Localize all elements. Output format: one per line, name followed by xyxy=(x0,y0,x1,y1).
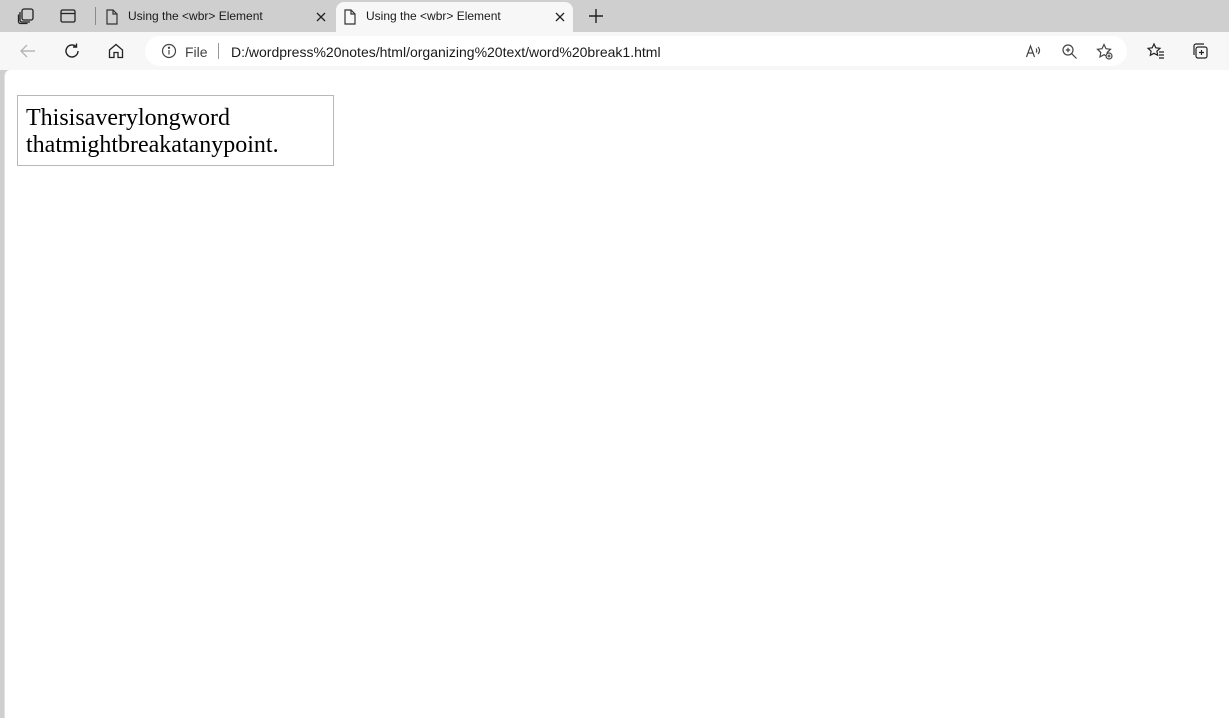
word-break-box: Thisisaverylongword thatmightbreakatanyp… xyxy=(17,95,334,166)
refresh-icon xyxy=(65,43,79,58)
home-icon xyxy=(108,43,124,59)
document-icon xyxy=(106,9,118,25)
tab-separator xyxy=(95,7,96,25)
address-separator xyxy=(218,43,219,59)
text-line-1: Thisisaverylongword xyxy=(26,105,230,131)
favorites-icon xyxy=(1147,42,1164,59)
tab-close-button[interactable] xyxy=(551,8,569,26)
tab-title: Using the <wbr> Element xyxy=(366,9,501,23)
add-favorite-icon xyxy=(1095,42,1113,60)
url-text[interactable]: D:/wordpress%20notes/html/organizing%20t… xyxy=(231,44,661,60)
scheme-label[interactable]: File xyxy=(185,44,208,60)
close-icon xyxy=(555,12,565,22)
favorites-button[interactable] xyxy=(1142,37,1170,65)
back-arrow-icon xyxy=(20,44,35,58)
tab-actions-icon xyxy=(60,9,76,23)
collections-button[interactable] xyxy=(1186,37,1214,65)
collections-icon xyxy=(1193,43,1208,59)
tab-inactive[interactable]: Using the <wbr> Element xyxy=(98,2,334,32)
browser-toolbar: File D:/wordpress%20notes/html/organizin… xyxy=(0,32,1229,70)
workspaces-icon xyxy=(17,8,34,25)
read-aloud-button[interactable] xyxy=(1021,40,1045,62)
plus-icon xyxy=(589,9,603,23)
tab-active[interactable]: Using the <wbr> Element xyxy=(336,2,573,32)
tab-actions-button[interactable] xyxy=(54,3,82,29)
tab-strip: Using the <wbr> Element Using the <wbr> … xyxy=(0,0,1229,32)
close-icon xyxy=(316,12,326,22)
text-line-2: thatmightbreakatanypoint. xyxy=(26,132,279,158)
back-button[interactable] xyxy=(14,37,42,65)
workspaces-button[interactable] xyxy=(12,3,40,29)
page-viewport: Thisisaverylongword thatmightbreakatanyp… xyxy=(4,70,1229,718)
info-icon[interactable] xyxy=(161,43,177,59)
add-favorite-button[interactable] xyxy=(1092,40,1116,62)
new-tab-button[interactable] xyxy=(584,4,608,28)
zoom-icon xyxy=(1061,43,1077,59)
read-aloud-icon xyxy=(1025,43,1040,57)
home-button[interactable] xyxy=(102,37,130,65)
document-icon xyxy=(344,9,356,25)
tab-title: Using the <wbr> Element xyxy=(128,9,263,23)
zoom-button[interactable] xyxy=(1057,40,1081,62)
refresh-button[interactable] xyxy=(58,37,86,65)
address-bar[interactable]: File D:/wordpress%20notes/html/organizin… xyxy=(145,36,1127,66)
tab-close-button[interactable] xyxy=(312,8,330,26)
